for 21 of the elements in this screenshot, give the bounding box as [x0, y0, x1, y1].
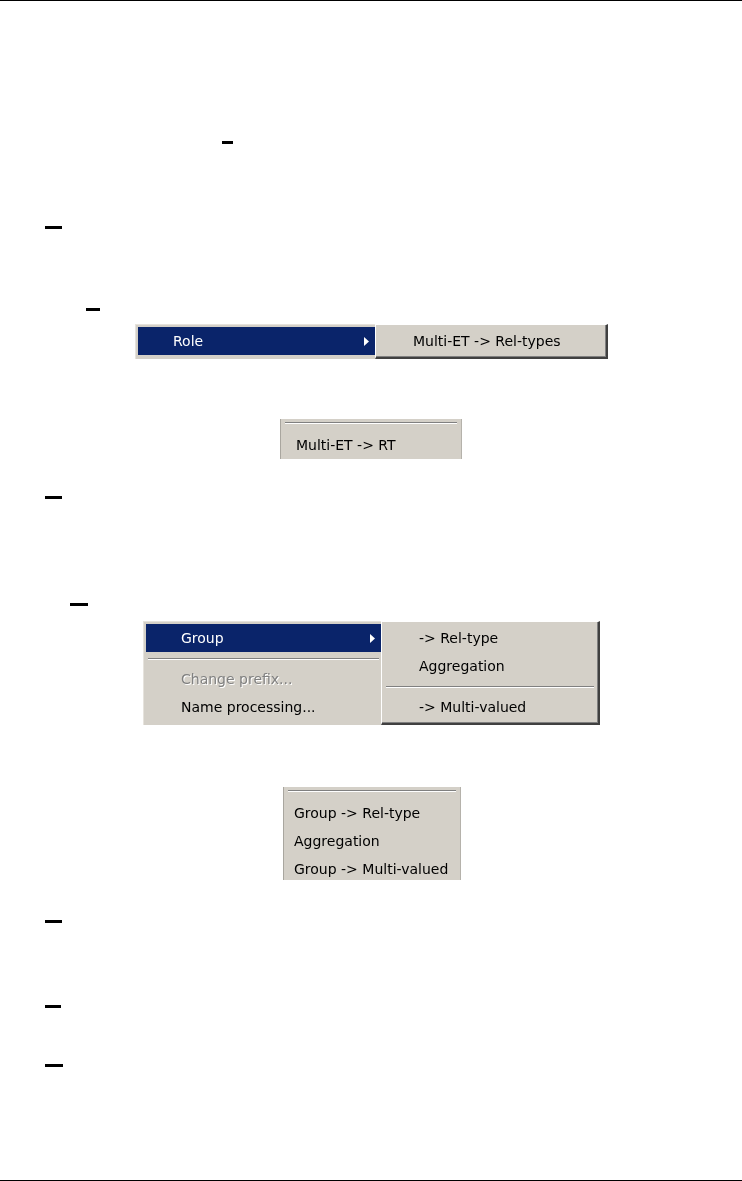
dash-mark [45, 1064, 63, 1067]
menu-item[interactable]: Group -> Rel-type [284, 799, 460, 827]
menu-item[interactable]: Multi-ET -> RT [281, 431, 461, 459]
caret-right-icon [370, 633, 375, 643]
dash-mark [45, 1005, 61, 1008]
menu-item[interactable]: Role [138, 327, 375, 355]
dash-mark [45, 496, 62, 499]
menu-item[interactable]: Multi-ET -> Rel-types [378, 327, 604, 355]
dash-mark [86, 308, 100, 311]
menu-item[interactable]: Group [146, 624, 381, 652]
dash-mark [45, 226, 62, 229]
caret-right-icon [364, 336, 369, 346]
dash-mark [222, 141, 233, 144]
menu-item[interactable]: Aggregation [284, 827, 460, 855]
dash-mark [45, 920, 62, 923]
menu-item[interactable]: Group -> Multi-valued [284, 855, 460, 883]
dash-mark [70, 603, 88, 606]
menu-item[interactable]: -> Multi-valued [384, 693, 596, 721]
menu-item[interactable]: Name processing... [146, 693, 381, 721]
menu-item[interactable]: -> Rel-type [384, 624, 596, 652]
menu-item[interactable]: Aggregation [384, 652, 596, 680]
